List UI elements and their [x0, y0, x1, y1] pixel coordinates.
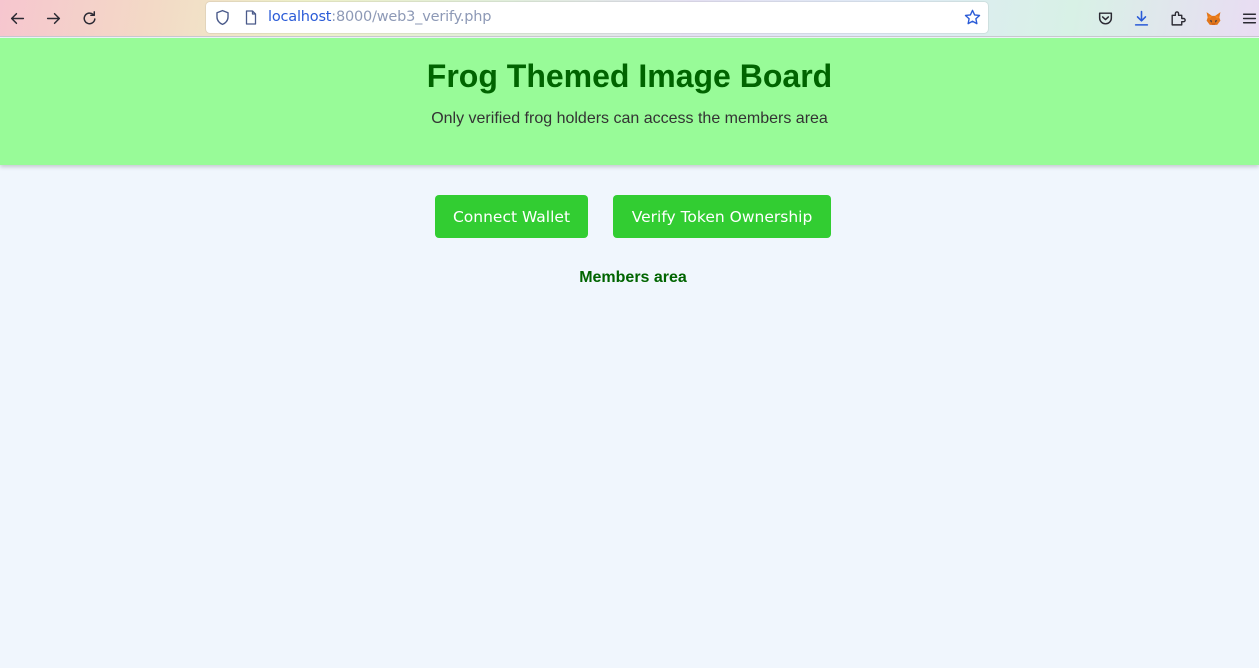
address-bar[interactable]: localhost:8000/web3_verify.php — [206, 2, 988, 33]
url-host: localhost — [268, 9, 332, 25]
back-button[interactable] — [2, 4, 32, 32]
hamburger-menu-icon — [1242, 13, 1256, 23]
download-icon — [1134, 10, 1148, 26]
page-header: Frog Themed Image Board Only verified fr… — [0, 38, 1259, 165]
url-text[interactable]: localhost:8000/web3_verify.php — [268, 9, 491, 26]
metamask-extension-button[interactable] — [1198, 4, 1228, 32]
reload-button[interactable] — [74, 4, 104, 32]
tracking-shield-icon[interactable] — [214, 9, 231, 26]
page-subtitle: Only verified frog holders can access th… — [431, 110, 828, 127]
members-area-heading: Members area — [579, 269, 687, 286]
extensions-icon — [1170, 10, 1186, 26]
url-path: :8000/web3_verify.php — [331, 9, 492, 25]
forward-arrow-icon — [46, 12, 60, 24]
page-icon — [245, 10, 257, 25]
back-arrow-icon — [10, 12, 24, 24]
menu-button[interactable] — [1234, 4, 1259, 32]
page-title: Frog Themed Image Board — [426, 58, 833, 94]
bookmark-star-icon[interactable] — [964, 9, 981, 26]
forward-button[interactable] — [38, 4, 68, 32]
metamask-fox-icon — [1206, 11, 1220, 25]
downloads-button[interactable] — [1126, 4, 1156, 32]
browser-toolbar: localhost:8000/web3_verify.php — [0, 0, 1259, 37]
extensions-button[interactable] — [1162, 4, 1192, 32]
reload-icon — [83, 10, 96, 24]
verify-token-button[interactable]: Verify Token Ownership — [613, 195, 831, 238]
pocket-icon — [1098, 11, 1112, 25]
connect-wallet-button[interactable]: Connect Wallet — [435, 195, 588, 238]
pocket-button[interactable] — [1090, 4, 1120, 32]
